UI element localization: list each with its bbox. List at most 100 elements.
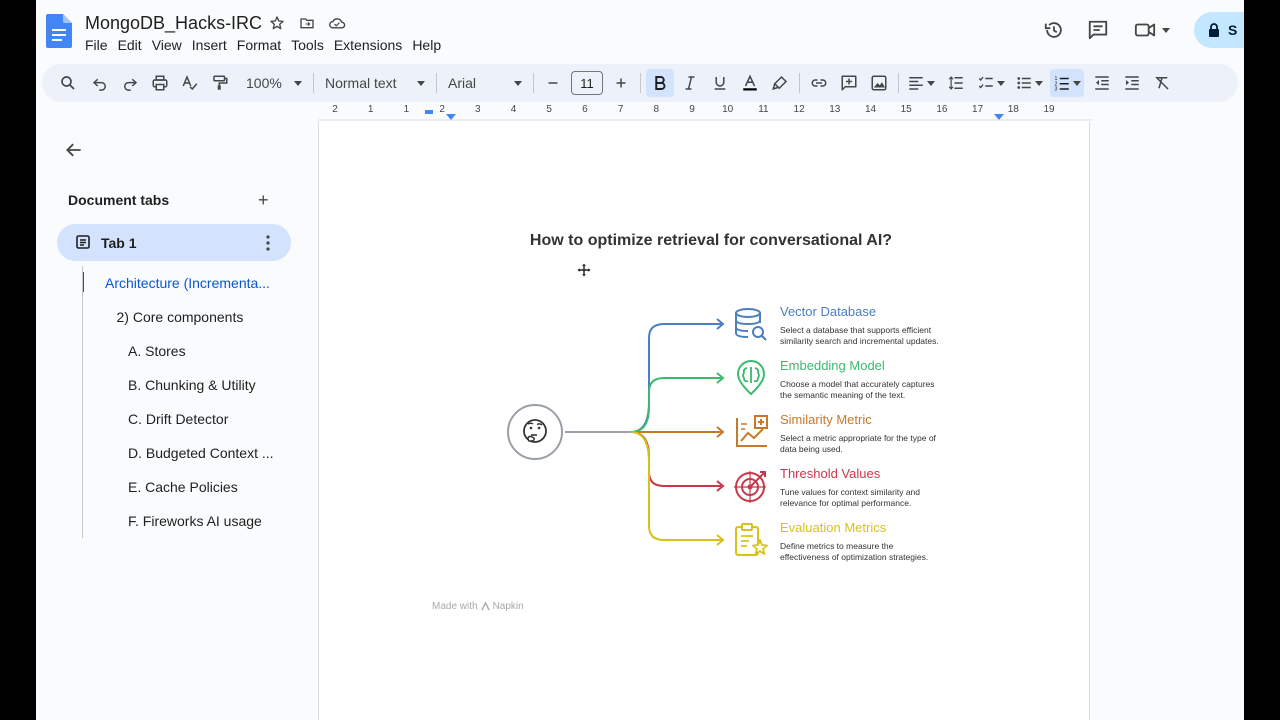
document-icon <box>76 235 90 249</box>
diagram-item-title: Similarity Metric <box>780 412 872 427</box>
ruler-tick-label: 6 <box>582 104 588 115</box>
diagram-item-description: Tune values for context similarity and re… <box>780 487 970 509</box>
ruler-tick-label: 5 <box>546 104 552 115</box>
align-left-icon[interactable] <box>904 69 938 97</box>
more-options-icon[interactable] <box>261 234 275 252</box>
outline-item-label: E. Cache Policies <box>128 479 238 495</box>
search-menus-icon[interactable] <box>54 69 82 97</box>
decrease-font-size-icon[interactable] <box>539 69 567 97</box>
paint-format-icon[interactable] <box>206 69 234 97</box>
star-icon[interactable] <box>268 14 286 32</box>
increase-indent-icon[interactable] <box>1118 69 1146 97</box>
italic-icon[interactable] <box>676 69 704 97</box>
ruler-tick-label: 14 <box>864 104 877 115</box>
top-right-actions: S <box>1042 12 1244 48</box>
menu-help[interactable]: Help <box>412 37 448 53</box>
ruler-tick-label: 9 <box>689 104 695 115</box>
move-cursor-icon <box>576 262 592 278</box>
diagram-item: Threshold Values Tune values for context … <box>780 466 970 509</box>
menu-tools[interactable]: Tools <box>291 37 331 53</box>
bulleted-list-icon[interactable] <box>1012 69 1046 97</box>
toolbar-divider <box>640 73 641 93</box>
add-tab-button[interactable]: + <box>258 190 269 211</box>
insert-image-icon[interactable] <box>865 69 893 97</box>
description-line: effectiveness of optimization strategies… <box>780 552 929 562</box>
checklist-icon[interactable] <box>974 69 1008 97</box>
outline-item-label: B. Chunking & Utility <box>128 377 256 393</box>
napkin-diagram[interactable]: Vector Database Select a database that su… <box>499 292 979 592</box>
version-history-icon[interactable] <box>1042 18 1066 42</box>
increase-font-size-icon[interactable] <box>607 69 635 97</box>
back-arrow-icon[interactable] <box>64 140 84 160</box>
chevron-down-icon <box>514 80 522 86</box>
cloud-saved-icon[interactable] <box>328 14 346 32</box>
move-folder-icon[interactable] <box>298 14 316 32</box>
numbered-list-icon[interactable]: 123 <box>1050 69 1084 97</box>
line-spacing-icon[interactable] <box>942 69 970 97</box>
menu-extensions[interactable]: Extensions <box>334 37 409 53</box>
redo-icon[interactable] <box>116 69 144 97</box>
outline-item[interactable]: F. Fireworks AI usage <box>83 504 318 538</box>
menu-insert[interactable]: Insert <box>192 37 234 53</box>
diagram-item-title: Vector Database <box>780 304 877 319</box>
font-select[interactable]: Arial <box>442 75 528 91</box>
ruler-tick-label: 16 <box>936 104 948 115</box>
font-value: Arial <box>448 75 477 91</box>
diagram-item-title: Evaluation Metrics <box>780 520 887 535</box>
menu-file[interactable]: File <box>85 37 115 53</box>
outline-item[interactable]: 2) Core components <box>83 300 318 334</box>
outline-item[interactable]: B. Chunking & Utility <box>83 368 318 402</box>
meet-video-icon[interactable] <box>1130 18 1174 42</box>
description-line: Choose a model that accurately captures <box>780 379 935 389</box>
target-icon <box>734 471 766 503</box>
outline-item[interactable]: A. Stores <box>83 334 318 368</box>
decrease-indent-icon[interactable] <box>1088 69 1116 97</box>
title-bar: MongoDB_Hacks-IRC File Edit View Insert … <box>36 0 1244 62</box>
style-select[interactable]: Normal text <box>319 75 431 91</box>
tab-label: Tab 1 <box>101 235 137 251</box>
add-comment-icon[interactable] <box>835 69 863 97</box>
description-line: Tune values for context similarity and <box>780 487 920 497</box>
outline-item[interactable]: Architecture (Incrementa... <box>83 266 318 300</box>
outline-item[interactable]: D. Budgeted Context ... <box>83 436 318 470</box>
diagram-item-description: Select a metric appropriate for the type… <box>780 433 970 455</box>
menu-format[interactable]: Format <box>237 37 288 53</box>
horizontal-ruler[interactable]: 2 1 1 2 3 4 5 6 7 8 9 10 11 12 13 14 15 16 17 18 19 <box>318 104 1092 122</box>
diagram-item: Evaluation Metrics Define metrics to meas… <box>780 520 970 563</box>
toolbar-divider <box>313 73 314 93</box>
title-icons <box>268 14 346 32</box>
description-line: the semantic meaning of the text. <box>780 390 906 400</box>
text-color-icon[interactable] <box>736 69 764 97</box>
comments-icon[interactable] <box>1086 18 1110 42</box>
docs-logo-icon[interactable] <box>46 14 72 48</box>
zoom-select[interactable]: 100% <box>240 75 308 91</box>
credit-brand: Napkin <box>492 601 524 612</box>
spellcheck-icon[interactable] <box>176 69 204 97</box>
highlight-color-icon[interactable] <box>766 69 794 97</box>
outline-item[interactable]: C. Drift Detector <box>83 402 318 436</box>
print-icon[interactable] <box>146 69 174 97</box>
toolbar-divider <box>533 73 534 93</box>
diagram-item-description: Define metrics to measure the effectivene… <box>780 541 970 563</box>
underline-icon[interactable] <box>706 69 734 97</box>
outline-item[interactable]: E. Cache Policies <box>83 470 318 504</box>
description-line: Select a metric appropriate for the type… <box>780 433 936 443</box>
menu-view[interactable]: View <box>152 37 189 53</box>
menu-edit[interactable]: Edit <box>118 37 149 53</box>
insert-link-icon[interactable] <box>805 69 833 97</box>
diagram-item-title: Threshold Values <box>780 466 881 481</box>
toolbar-divider <box>898 73 899 93</box>
napkin-logo-icon <box>480 602 490 611</box>
ruler-tick-label: 1 <box>367 104 374 115</box>
diagram-item: Embedding Model Choose a model that accur… <box>780 358 970 401</box>
clear-formatting-icon[interactable] <box>1148 69 1176 97</box>
brain-location-icon <box>736 360 766 396</box>
tab-item-tab-1[interactable]: Tab 1 <box>57 224 291 261</box>
outline-item-label: Architecture (Incrementa... <box>105 275 270 291</box>
font-size-input[interactable]: 11 <box>571 71 603 95</box>
bold-icon[interactable] <box>646 69 674 97</box>
undo-icon[interactable] <box>86 69 114 97</box>
share-button[interactable]: S <box>1194 12 1244 48</box>
document-title[interactable]: MongoDB_Hacks-IRC <box>85 13 262 34</box>
diagram-item-description: Select a database that supports efficien… <box>780 325 970 347</box>
